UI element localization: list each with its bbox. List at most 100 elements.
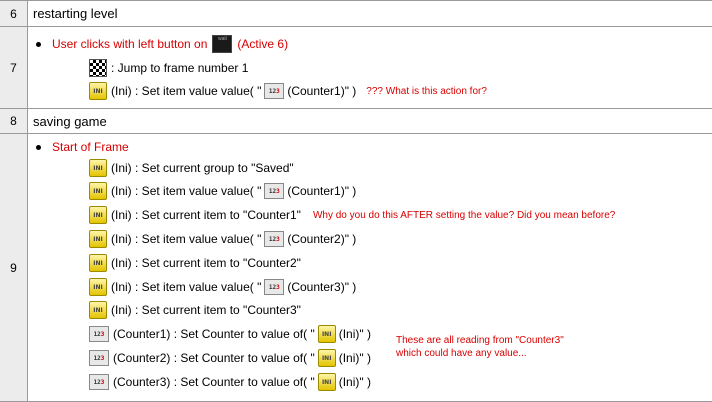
counter-label: 12 bbox=[93, 354, 101, 362]
action-object: (Ini) bbox=[111, 161, 132, 175]
counter-label: 3 bbox=[100, 330, 105, 338]
storyboard-icon bbox=[89, 59, 107, 77]
grid-line bbox=[0, 133, 712, 134]
ini-icon: INI bbox=[89, 278, 107, 296]
comment-text: These are all reading from "Counter3" wh… bbox=[396, 335, 564, 359]
ini-icon: INI bbox=[89, 301, 107, 319]
counter-icon: 12 3 bbox=[264, 231, 285, 247]
active-icon-label: wait bbox=[217, 36, 227, 42]
group-title[interactable]: restarting level bbox=[28, 1, 712, 26]
row-number[interactable]: 8 bbox=[0, 109, 28, 133]
action-line[interactable]: INI (Ini) : Set item value value( " 12 3 … bbox=[89, 276, 356, 298]
ini-icon: INI bbox=[317, 325, 336, 343]
action-line[interactable]: 12 3 (Counter1) : Set Counter to value of… bbox=[89, 323, 371, 345]
action-line[interactable]: : Jump to frame number 1 bbox=[89, 57, 248, 79]
action-line[interactable]: INI (Ini) : Set item value value( " 12 3 … bbox=[89, 228, 356, 250]
counter-label: 3 bbox=[276, 87, 280, 95]
action-text: (Ini)" ) bbox=[338, 375, 371, 389]
action-text: (Counter1)" ) bbox=[287, 84, 357, 98]
ini-icon: INI bbox=[89, 159, 107, 177]
action-text: : Jump to frame number 1 bbox=[111, 61, 249, 75]
counter-label: 3 bbox=[100, 378, 105, 386]
action-text: : Set item value value( " bbox=[135, 84, 262, 98]
action-text: (Ini)" ) bbox=[338, 327, 371, 341]
counter-icon: 12 3 bbox=[89, 326, 109, 342]
ini-icon: INI bbox=[317, 349, 336, 367]
ini-label: INI bbox=[321, 378, 332, 386]
action-line[interactable]: 12 3 (Counter2) : Set Counter to value of… bbox=[89, 347, 371, 369]
counter-label: 12 bbox=[268, 235, 277, 243]
counter-label: 12 bbox=[268, 87, 277, 95]
bullet-icon bbox=[36, 144, 41, 150]
condition-line[interactable]: Start of Frame bbox=[36, 136, 129, 158]
row-number[interactable]: 7 bbox=[0, 27, 28, 108]
action-object: (Counter2) bbox=[113, 351, 171, 365]
action-text: : Set item value value( " bbox=[135, 232, 262, 246]
action-object: (Counter3) bbox=[113, 375, 171, 389]
condition-line[interactable]: User clicks with left button on wait (Ac… bbox=[36, 33, 288, 55]
ini-label: INI bbox=[93, 164, 103, 172]
action-text: (Ini)" ) bbox=[338, 351, 371, 365]
action-text: (Counter2)" ) bbox=[287, 232, 357, 246]
grid-line bbox=[0, 26, 712, 27]
action-object: (Ini) bbox=[111, 232, 132, 246]
action-object: (Ini) bbox=[111, 280, 132, 294]
ini-icon: INI bbox=[89, 206, 107, 224]
counter-label: 12 bbox=[93, 378, 101, 386]
ini-label: INI bbox=[93, 283, 103, 291]
action-text: (Counter1)" ) bbox=[287, 184, 357, 198]
counter-icon: 12 3 bbox=[264, 183, 285, 199]
action-text: : Set item value value( " bbox=[135, 280, 262, 294]
action-text: (Counter3)" ) bbox=[287, 280, 357, 294]
counter-label: 12 bbox=[268, 187, 277, 195]
ini-icon: INI bbox=[89, 254, 107, 272]
counter-label: 3 bbox=[276, 187, 280, 195]
comment-text: Why do you do this AFTER setting the val… bbox=[312, 209, 616, 221]
action-text: : Set current item to "Counter1" bbox=[135, 208, 301, 222]
active-object-icon: wait bbox=[212, 35, 233, 53]
action-line[interactable]: INI (Ini) : Set item value value( " 12 3 … bbox=[89, 180, 356, 202]
row-number[interactable]: 9 bbox=[0, 134, 28, 401]
ini-label: INI bbox=[93, 187, 103, 195]
counter-icon: 12 3 bbox=[89, 350, 109, 366]
ini-icon: INI bbox=[89, 182, 107, 200]
condition-text: Start of Frame bbox=[52, 140, 129, 154]
action-object: (Ini) bbox=[111, 208, 132, 222]
action-line[interactable]: INI (Ini) : Set item value value( " 12 3 … bbox=[89, 80, 487, 102]
action-line[interactable]: INI (Ini) : Set current item to "Counter… bbox=[89, 252, 301, 274]
ini-label: INI bbox=[93, 306, 103, 314]
counter-label: 3 bbox=[276, 283, 280, 291]
action-line[interactable]: INI (Ini) : Set current item to "Counter… bbox=[89, 299, 301, 321]
action-text: : Set current item to "Counter3" bbox=[135, 303, 301, 317]
ini-label: INI bbox=[93, 87, 103, 95]
ini-icon: INI bbox=[89, 82, 107, 100]
row-number[interactable]: 6 bbox=[0, 1, 28, 26]
ini-label: INI bbox=[321, 330, 332, 338]
ini-icon: INI bbox=[317, 373, 336, 391]
ini-label: INI bbox=[93, 235, 103, 243]
action-object: (Ini) bbox=[111, 303, 132, 317]
counter-label: 12 bbox=[268, 283, 277, 291]
action-line[interactable]: INI (Ini) : Set current item to "Counter… bbox=[89, 204, 615, 226]
action-text: : Set Counter to value of( " bbox=[173, 351, 315, 365]
action-object: (Ini) bbox=[111, 184, 132, 198]
counter-label: 3 bbox=[100, 354, 105, 362]
ini-label: INI bbox=[93, 259, 103, 267]
counter-label: 12 bbox=[93, 330, 101, 338]
action-object: (Ini) bbox=[111, 256, 132, 270]
ini-label: INI bbox=[321, 354, 332, 362]
action-line[interactable]: INI (Ini) : Set current group to "Saved" bbox=[89, 157, 294, 179]
action-object: (Counter1) bbox=[113, 327, 171, 341]
condition-text: User clicks with left button on bbox=[52, 37, 208, 51]
counter-label: 3 bbox=[276, 235, 280, 243]
group-title[interactable]: saving game bbox=[28, 109, 712, 133]
action-text: : Set Counter to value of( " bbox=[173, 327, 315, 341]
counter-icon: 12 3 bbox=[89, 374, 109, 390]
ini-label: INI bbox=[93, 211, 103, 219]
action-text: : Set Counter to value of( " bbox=[173, 375, 315, 389]
condition-object: (Active 6) bbox=[237, 37, 289, 51]
action-object: (Ini) bbox=[111, 84, 132, 98]
comment-text: ??? What is this action for? bbox=[366, 85, 487, 97]
action-line[interactable]: 12 3 (Counter3) : Set Counter to value of… bbox=[89, 371, 371, 393]
counter-icon: 12 3 bbox=[264, 83, 285, 99]
